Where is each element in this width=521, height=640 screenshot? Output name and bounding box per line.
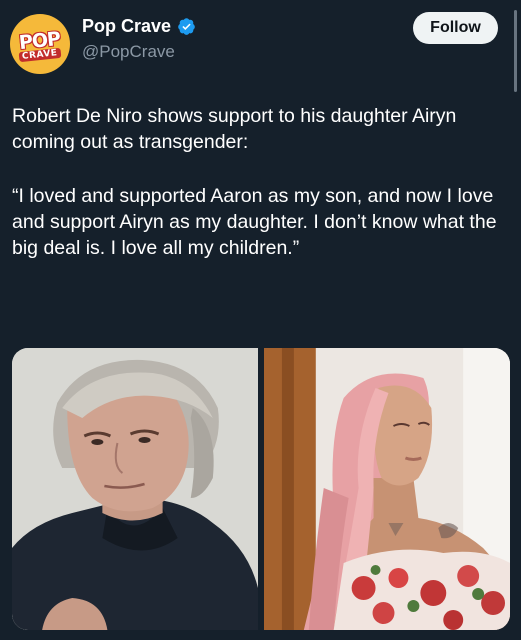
avatar[interactable]: POP CRAVE	[10, 14, 70, 74]
tweet-text: Robert De Niro shows support to his daug…	[12, 103, 504, 261]
scrollbar[interactable]	[514, 10, 517, 92]
author-display-name[interactable]: Pop Crave	[82, 16, 171, 37]
tweet-paragraph: Robert De Niro shows support to his daug…	[12, 105, 457, 153]
author-name-row[interactable]: Pop Crave	[82, 16, 196, 37]
tweet: POP CRAVE Pop Crave @PopCrave Follow Rob…	[0, 0, 521, 640]
author-handle[interactable]: @PopCrave	[82, 42, 175, 62]
media-grid	[12, 348, 510, 630]
photo-robert-de-niro[interactable]	[12, 348, 258, 630]
photo-airyn-de-niro[interactable]	[264, 348, 510, 630]
follow-button[interactable]: Follow	[413, 12, 498, 44]
tweet-paragraph: “I loved and supported Aaron as my son, …	[12, 185, 497, 259]
verified-badge-icon	[178, 18, 195, 35]
